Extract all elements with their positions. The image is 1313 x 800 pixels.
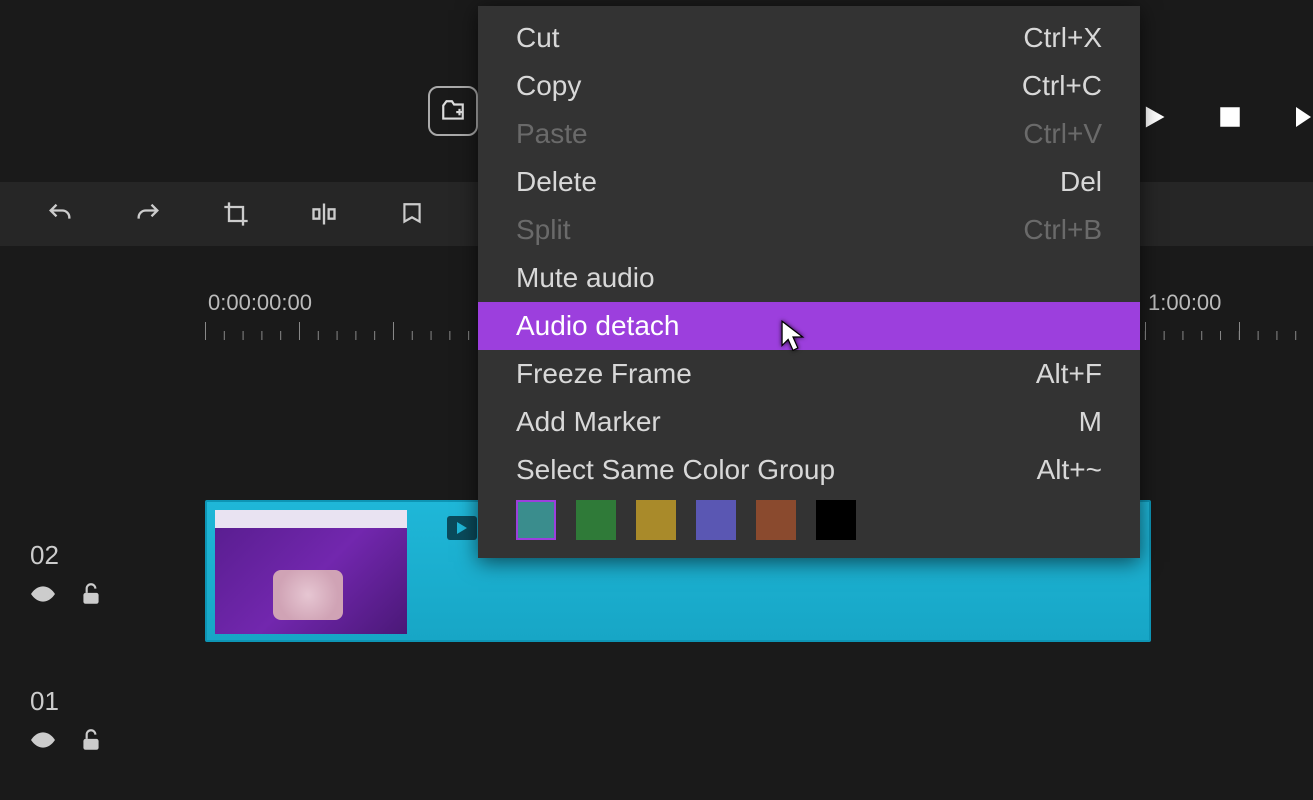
color-swatch[interactable] <box>696 500 736 540</box>
menu-item-freeze-frame[interactable]: Freeze FrameAlt+F <box>478 350 1140 398</box>
menu-item-cut[interactable]: CutCtrl+X <box>478 14 1140 62</box>
color-swatch[interactable] <box>816 500 856 540</box>
marker-button[interactable] <box>392 194 432 234</box>
track-head-02: 02 <box>30 540 130 612</box>
track-number: 01 <box>30 686 130 717</box>
play-button[interactable] <box>1137 100 1171 134</box>
import-media-button[interactable] <box>428 86 478 136</box>
track-number: 02 <box>30 540 130 571</box>
clip-thumbnail <box>215 510 407 634</box>
undo-button[interactable] <box>40 194 80 234</box>
redo-button[interactable] <box>128 194 168 234</box>
menu-item-delete[interactable]: DeleteDel <box>478 158 1140 206</box>
color-swatch[interactable] <box>636 500 676 540</box>
mouse-cursor-icon <box>780 320 806 359</box>
menu-item-add-marker[interactable]: Add MarkerM <box>478 398 1140 446</box>
lock-toggle-icon[interactable] <box>78 727 104 758</box>
visibility-toggle-icon[interactable] <box>30 727 56 758</box>
visibility-toggle-icon[interactable] <box>30 581 56 612</box>
menu-item-paste: PasteCtrl+V <box>478 110 1140 158</box>
split-button[interactable] <box>304 194 344 234</box>
clip-context-menu: CutCtrl+X CopyCtrl+C PasteCtrl+V DeleteD… <box>478 6 1140 558</box>
ruler-time-start: 0:00:00:00 <box>208 290 312 316</box>
ruler-time-end: 1:00:00 <box>1148 290 1221 316</box>
menu-item-copy[interactable]: CopyCtrl+C <box>478 62 1140 110</box>
menu-item-select-same-color[interactable]: Select Same Color GroupAlt+~ <box>478 446 1140 494</box>
next-frame-button[interactable] <box>1289 100 1313 134</box>
stop-button[interactable] <box>1213 100 1247 134</box>
color-swatch-row <box>478 494 1140 544</box>
color-swatch[interactable] <box>756 500 796 540</box>
lock-toggle-icon[interactable] <box>78 581 104 612</box>
color-swatch[interactable] <box>576 500 616 540</box>
menu-item-split: SplitCtrl+B <box>478 206 1140 254</box>
playback-controls <box>1137 100 1313 134</box>
video-icon <box>447 516 477 540</box>
menu-item-mute-audio[interactable]: Mute audio <box>478 254 1140 302</box>
track-head-01: 01 <box>30 686 130 758</box>
color-swatch[interactable] <box>516 500 556 540</box>
menu-item-audio-detach[interactable]: Audio detach <box>478 302 1140 350</box>
crop-button[interactable] <box>216 194 256 234</box>
